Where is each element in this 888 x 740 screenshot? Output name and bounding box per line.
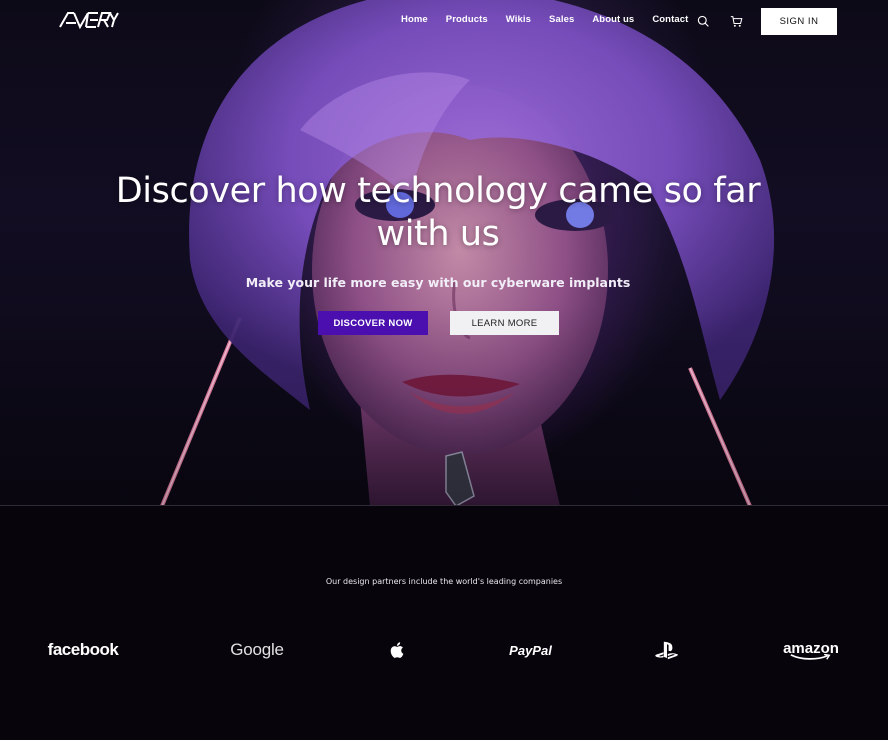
playstation-logo-icon (650, 630, 684, 670)
site-header: Home Products Wikis Sales About us Conta… (0, 0, 888, 44)
cart-icon[interactable] (728, 13, 744, 29)
facebook-logo-text: facebook (47, 640, 119, 659)
partner-logo-facebook: facebook (42, 630, 124, 670)
search-icon[interactable] (695, 13, 711, 29)
discover-now-button[interactable]: DISCOVER NOW (318, 311, 428, 335)
hero-section: Home Products Wikis Sales About us Conta… (0, 0, 888, 506)
nav-item-contact[interactable]: Contact (652, 14, 688, 25)
partners-caption: Our design partners include the world's … (325, 577, 563, 586)
amazon-smile-icon (790, 653, 831, 660)
nav-item-products[interactable]: Products (446, 14, 488, 25)
nav-item-about-us[interactable]: About us (592, 14, 634, 25)
nav-item-wikis[interactable]: Wikis (506, 14, 531, 25)
nav-item-home[interactable]: Home (401, 14, 428, 25)
partner-logo-google: Google (225, 630, 289, 670)
paypal-logo-text: PayPal (509, 642, 552, 658)
google-logo-text: Google (230, 640, 284, 659)
partner-logo-paypal: PayPal (503, 630, 558, 670)
learn-more-button[interactable]: LEARN MORE (450, 311, 559, 335)
hero-subline: Make your life more easy with our cyberw… (245, 275, 631, 290)
partners-section: Our design partners include the world's … (0, 506, 888, 740)
main-nav: Home Products Wikis Sales About us Conta… (392, 14, 697, 25)
apple-logo-icon (380, 630, 412, 670)
sign-in-button[interactable]: SIGN IN (761, 8, 837, 35)
brand-logo[interactable] (58, 9, 120, 31)
partner-logo-amazon: amazon (780, 630, 842, 670)
hero-headline: Discover how technology came so far with… (115, 171, 761, 254)
nav-item-sales[interactable]: Sales (549, 14, 574, 25)
